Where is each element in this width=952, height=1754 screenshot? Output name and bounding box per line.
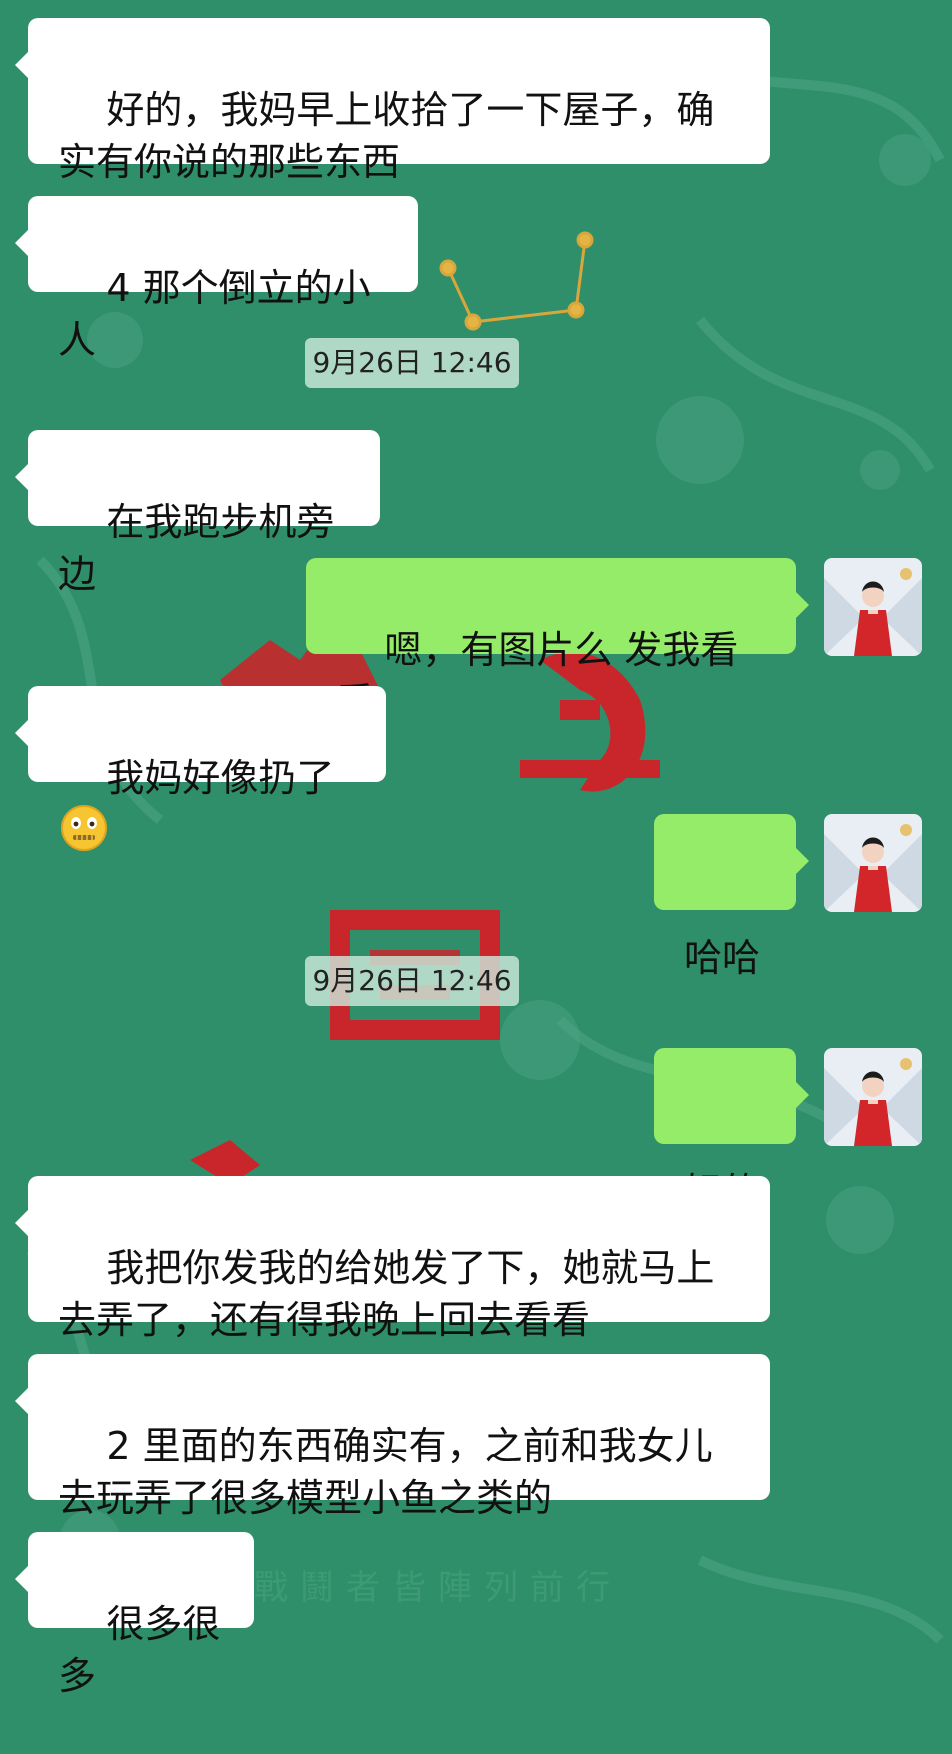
- avatar[interactable]: [824, 558, 922, 656]
- message-text: 嗯，有图片么 发我看看: [336, 628, 739, 724]
- message-text: 我妈好像扔了: [106, 756, 335, 800]
- avatar[interactable]: [824, 1048, 922, 1146]
- message-text: 我把你发我的给她发了下，她就马上去弄了，还有得我晚上回去看看: [58, 1246, 715, 1342]
- avatar-portrait-icon: [824, 1048, 922, 1146]
- message-bubble-received[interactable]: 我把你发我的给她发了下，她就马上去弄了，还有得我晚上回去看看: [15, 1176, 770, 1342]
- avatar-portrait-icon: [824, 558, 922, 656]
- message-text: 2 里面的东西确实有，之前和我女儿去玩弄了很多模型小鱼之类的: [58, 1424, 713, 1520]
- message-bubble-received[interactable]: 2 里面的东西确实有，之前和我女儿去玩弄了很多模型小鱼之类的: [15, 1354, 770, 1520]
- message-text: 在我跑步机旁边: [58, 500, 335, 596]
- timestamp-divider: 9月26日 12:46: [305, 956, 519, 1006]
- message-bubble-sent[interactable]: 嗯，有图片么 发我看看: [306, 558, 809, 724]
- message-bubble-received[interactable]: 在我跑步机旁边: [15, 430, 380, 596]
- message-bubble-sent[interactable]: 好的: [654, 1048, 809, 1214]
- message-bubble-received[interactable]: 很多很多: [15, 1532, 254, 1698]
- message-bubble-sent[interactable]: 哈哈: [654, 814, 809, 980]
- wallpaper-caption: 戰鬪者皆陣列前行: [254, 1568, 622, 1608]
- avatar[interactable]: [824, 814, 922, 912]
- message-text: 很多很多: [58, 1602, 221, 1698]
- message-bubble-received[interactable]: 我妈好像扔了: [15, 686, 386, 851]
- message-text: 好的，我妈早上收拾了一下屋子，确实有你说的那些东西: [58, 88, 715, 184]
- zipper-mouth-face-icon: [60, 804, 108, 852]
- message-bubble-received[interactable]: 好的，我妈早上收拾了一下屋子，确实有你说的那些东西: [15, 18, 770, 184]
- message-text: 哈哈: [684, 936, 761, 980]
- avatar-portrait-icon: [824, 814, 922, 912]
- chat-message-list[interactable]: 好的，我妈早上收拾了一下屋子，确实有你说的那些东西 4 那个倒立的小人 9月26…: [0, 0, 952, 1698]
- timestamp-divider: 9月26日 12:46: [305, 338, 519, 388]
- message-bubble-received[interactable]: 4 那个倒立的小人: [15, 196, 418, 362]
